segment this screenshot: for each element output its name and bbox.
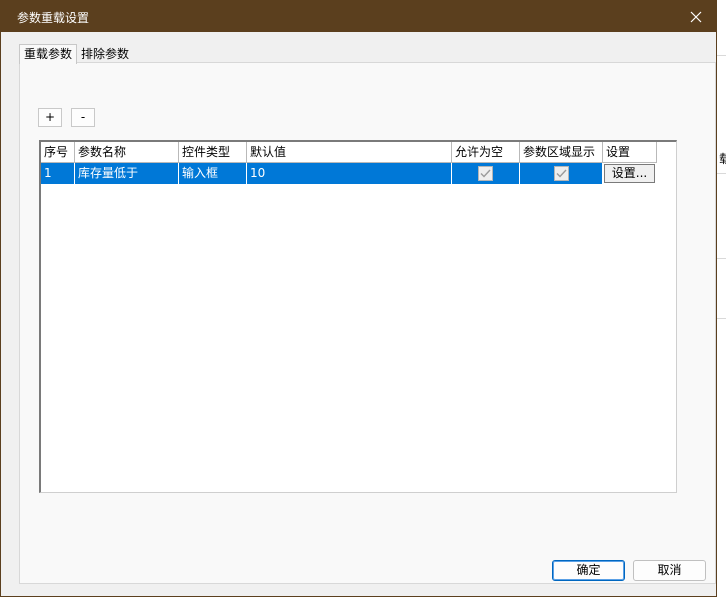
close-button[interactable] — [676, 1, 716, 32]
column-header-settings[interactable]: 设置 — [603, 142, 657, 163]
row-settings-button[interactable]: 设置... — [604, 164, 655, 183]
bg-divider — [717, 55, 726, 56]
column-header-allow-empty[interactable]: 允许为空 — [452, 142, 520, 163]
bg-divider — [717, 258, 726, 259]
column-header-name[interactable]: 参数名称 — [75, 142, 179, 163]
cell-control-type[interactable]: 输入框 — [179, 163, 247, 184]
column-header-index[interactable]: 序号 — [41, 142, 75, 163]
tab-reload-params[interactable]: 重载参数 — [19, 44, 78, 64]
cell-allow-empty — [452, 163, 520, 184]
dialog-title: 参数重载设置 — [17, 11, 90, 25]
param-reload-dialog: 参数重载设置 重载参数 排除参数 + - 序号 参数名称 控件类型 默认值 允许… — [0, 0, 717, 597]
allow-empty-checkbox[interactable] — [478, 166, 493, 181]
column-header-default-value[interactable]: 默认值 — [247, 142, 452, 163]
cancel-button[interactable]: 取消 — [633, 560, 706, 581]
title-bar[interactable]: 参数重载设置 — [1, 1, 716, 32]
checkmark-icon — [556, 169, 567, 178]
add-param-button[interactable]: + — [38, 108, 62, 127]
cell-index[interactable]: 1 — [41, 163, 75, 184]
checkmark-icon — [480, 169, 491, 178]
table-row[interactable]: 1 库存量低于 输入框 10 设置... — [41, 163, 657, 184]
grid-header: 序号 参数名称 控件类型 默认值 允许为空 参数区域显示 设置 — [41, 142, 657, 163]
cell-show-in-area — [520, 163, 603, 184]
dialog-body: 重载参数 排除参数 + - 序号 参数名称 控件类型 默认值 允许为空 参数区域… — [1, 32, 716, 596]
remove-param-button[interactable]: - — [71, 108, 95, 127]
cell-settings: 设置... — [603, 163, 657, 184]
reload-params-panel: + - 序号 参数名称 控件类型 默认值 允许为空 参数区域显示 设置 1 库存… — [19, 62, 716, 584]
ok-button[interactable]: 确定 — [552, 560, 625, 581]
param-grid[interactable]: 序号 参数名称 控件类型 默认值 允许为空 参数区域显示 设置 1 库存量低于 … — [39, 140, 677, 493]
close-icon — [690, 11, 702, 22]
cell-name[interactable]: 库存量低于 — [75, 163, 179, 184]
column-header-control-type[interactable]: 控件类型 — [179, 142, 247, 163]
cell-default-value[interactable]: 10 — [247, 163, 452, 184]
bg-divider — [717, 318, 726, 319]
bg-divider — [717, 173, 726, 174]
tab-exclude-params[interactable]: 排除参数 — [77, 46, 133, 63]
tab-strip: 重载参数 排除参数 — [19, 44, 133, 64]
bg-text-fragment: 载 — [719, 152, 726, 166]
show-in-area-checkbox[interactable] — [553, 166, 569, 181]
column-header-show-in-area[interactable]: 参数区域显示 — [520, 142, 603, 163]
